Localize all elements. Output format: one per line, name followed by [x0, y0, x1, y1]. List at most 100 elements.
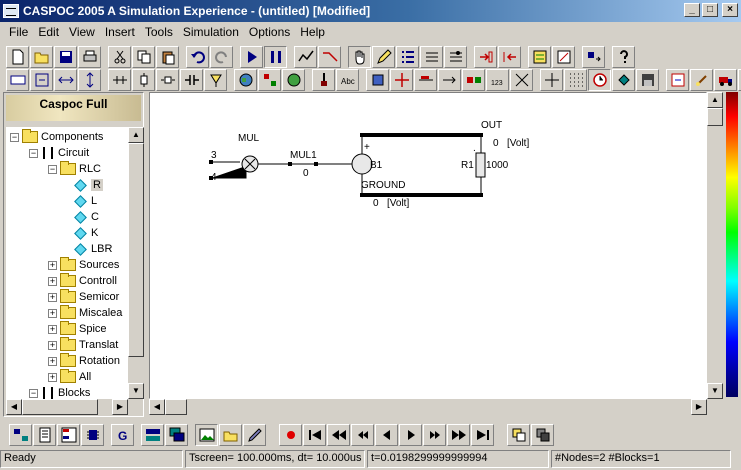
print-button[interactable]: [78, 45, 101, 68]
canvas-vscroll-thumb[interactable]: [707, 108, 723, 126]
folder-view-button[interactable]: [219, 424, 242, 446]
brush-button[interactable]: [690, 68, 713, 91]
tree-item-semicor[interactable]: + Semicor: [48, 289, 119, 305]
go-end-button[interactable]: [471, 424, 494, 446]
collapse-icon[interactable]: −: [10, 132, 19, 142]
menu-simulation[interactable]: Simulation: [178, 25, 244, 39]
expand-icon[interactable]: +: [48, 356, 57, 366]
text-button[interactable]: Abc: [336, 68, 359, 91]
block-button[interactable]: [366, 68, 389, 91]
fast-forward-button[interactable]: [447, 424, 470, 446]
pause-button[interactable]: [264, 45, 287, 68]
export-button[interactable]: [498, 45, 521, 68]
redo-button[interactable]: [210, 45, 233, 68]
save-button[interactable]: [54, 45, 77, 68]
forward-button[interactable]: [423, 424, 446, 446]
export-graph-button[interactable]: [531, 424, 554, 446]
tree-item-sources[interactable]: + Sources: [48, 257, 119, 273]
maximize-button[interactable]: □: [702, 3, 718, 17]
properties-button[interactable]: [444, 45, 467, 68]
image-view-button[interactable]: [195, 424, 218, 446]
schematic-canvas[interactable]: MUL 3 4 MUL1 0 B1 + OUT 0 [Volt] . R1 10…: [149, 92, 707, 399]
menu-edit[interactable]: Edit: [33, 25, 64, 39]
go-start-button[interactable]: [303, 424, 326, 446]
tree-item-blocks[interactable]: − Blocks: [29, 385, 90, 399]
tree-item-translat[interactable]: + Translat: [48, 337, 118, 353]
tree-item-l[interactable]: L: [67, 193, 97, 209]
tree-item-components[interactable]: − Components: [10, 129, 103, 145]
wire-button[interactable]: [108, 68, 131, 91]
tree-item-controll[interactable]: + Controll: [48, 273, 117, 289]
close-button[interactable]: ×: [722, 3, 738, 17]
truck-button[interactable]: [714, 68, 737, 91]
canvas-scroll-up-icon[interactable]: ▲: [707, 92, 723, 108]
undo-button[interactable]: [186, 45, 209, 68]
node-mul-out-right[interactable]: [314, 162, 318, 166]
capacitor-button[interactable]: [180, 68, 203, 91]
fill-rect-button[interactable]: [636, 68, 659, 91]
grid-button[interactable]: [564, 68, 587, 91]
step-back-button[interactable]: [375, 424, 398, 446]
probe-button[interactable]: [312, 68, 335, 91]
collapse-icon[interactable]: −: [48, 164, 57, 174]
expand-icon[interactable]: +: [48, 324, 57, 334]
expand-icon[interactable]: +: [48, 308, 57, 318]
rail-bottom[interactable]: [360, 193, 483, 197]
tree-item-c[interactable]: C: [67, 209, 99, 225]
copy-graph-button[interactable]: [507, 424, 530, 446]
canvas-horizontal-scrollbar[interactable]: ◀ ▶: [149, 399, 707, 415]
menu-tools[interactable]: Tools: [140, 25, 178, 39]
zoom-fit-button[interactable]: [30, 68, 53, 91]
menu-insert[interactable]: Insert: [100, 25, 140, 39]
ramp-button[interactable]: [318, 45, 341, 68]
diode-button[interactable]: [204, 68, 227, 91]
zoom-width-button[interactable]: [54, 68, 77, 91]
menu-view[interactable]: View: [64, 25, 100, 39]
collapse-icon[interactable]: −: [29, 388, 38, 398]
table-view-button[interactable]: [57, 424, 80, 446]
canvas-scroll-left-icon[interactable]: ◀: [149, 399, 165, 415]
expand-icon[interactable]: +: [48, 372, 57, 382]
import-button[interactable]: [474, 45, 497, 68]
tree-item-rlc[interactable]: − RLC: [48, 161, 101, 177]
new-file-button[interactable]: [6, 45, 29, 68]
scroll-right-icon[interactable]: ▶: [112, 399, 128, 415]
collapse-icon[interactable]: −: [29, 148, 38, 158]
rewind-button[interactable]: [351, 424, 374, 446]
paste-button[interactable]: [156, 45, 179, 68]
controlled-source-b1[interactable]: [351, 153, 373, 175]
tree-item-r[interactable]: R: [67, 177, 103, 193]
expand-icon[interactable]: +: [48, 340, 57, 350]
tree-item-spice[interactable]: + Spice: [48, 321, 107, 337]
tree-item-lbr[interactable]: LBR: [67, 241, 112, 257]
dialog-button[interactable]: [666, 68, 689, 91]
network-button[interactable]: [258, 68, 281, 91]
tree-item-rotation[interactable]: + Rotation: [48, 353, 120, 369]
canvas-scroll-right-icon[interactable]: ▶: [691, 399, 707, 415]
expand-icon[interactable]: +: [48, 276, 57, 286]
chip-view-button[interactable]: [81, 424, 104, 446]
tree-item-miscalea[interactable]: + Miscalea: [48, 305, 122, 321]
scroll-left-icon[interactable]: ◀: [6, 399, 22, 415]
expand-icon[interactable]: +: [48, 292, 57, 302]
swap-button[interactable]: [582, 45, 605, 68]
edit-view-button[interactable]: [243, 424, 266, 446]
app-icon[interactable]: [3, 4, 19, 18]
node-mul-out-left[interactable]: [288, 162, 292, 166]
menu-help[interactable]: Help: [295, 25, 330, 39]
list-button[interactable]: [396, 45, 419, 68]
tree-horizontal-scrollbar[interactable]: ◀ ▶: [6, 399, 128, 415]
g-view-button[interactable]: G: [111, 424, 134, 446]
canvas-hscroll-thumb[interactable]: [165, 399, 187, 415]
node-button[interactable]: [390, 68, 413, 91]
component-button[interactable]: [462, 68, 485, 91]
select-tool-button[interactable]: [348, 45, 371, 68]
arrow-button[interactable]: [438, 68, 461, 91]
zoom-100-button[interactable]: [6, 68, 29, 91]
timer-button[interactable]: [588, 68, 611, 91]
step-forward-button[interactable]: [399, 424, 422, 446]
tree-item-circuit[interactable]: − Circuit: [29, 145, 89, 161]
expand-icon[interactable]: +: [48, 260, 57, 270]
web-button[interactable]: [282, 68, 305, 91]
open-file-button[interactable]: [30, 45, 53, 68]
